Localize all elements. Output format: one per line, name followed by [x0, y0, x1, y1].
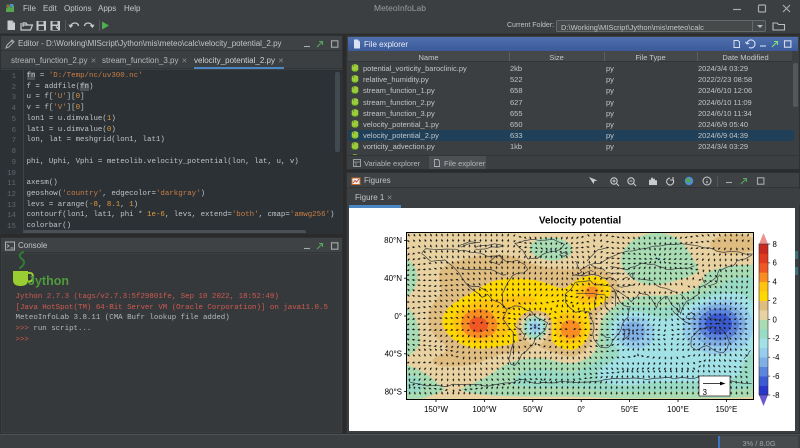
- svg-text:40°N: 40°N: [384, 274, 402, 283]
- svg-text:50°E: 50°E: [621, 405, 638, 414]
- svg-text:0°: 0°: [394, 312, 402, 321]
- svg-text:8: 8: [773, 240, 777, 249]
- svg-text:100°W: 100°W: [472, 405, 497, 414]
- svg-text:4: 4: [773, 278, 778, 287]
- svg-text:-6: -6: [773, 372, 780, 381]
- svg-text:80°N: 80°N: [384, 236, 402, 245]
- svg-text:Velocity potential: Velocity potential: [539, 216, 621, 227]
- svg-text:6: 6: [773, 259, 777, 268]
- svg-text:80°S: 80°S: [385, 387, 402, 396]
- svg-text:-8: -8: [773, 391, 780, 400]
- svg-text:0: 0: [773, 315, 778, 324]
- svg-text:3: 3: [703, 388, 708, 397]
- svg-text:-4: -4: [773, 353, 781, 362]
- svg-text:150°E: 150°E: [715, 405, 737, 414]
- svg-text:100°E: 100°E: [667, 405, 689, 414]
- svg-text:50°W: 50°W: [523, 405, 543, 414]
- svg-text:-2: -2: [773, 334, 780, 343]
- svg-text:150°W: 150°W: [424, 405, 449, 414]
- svg-text:40°S: 40°S: [385, 350, 402, 359]
- svg-text:2: 2: [773, 296, 777, 305]
- svg-text:0°: 0°: [577, 405, 585, 414]
